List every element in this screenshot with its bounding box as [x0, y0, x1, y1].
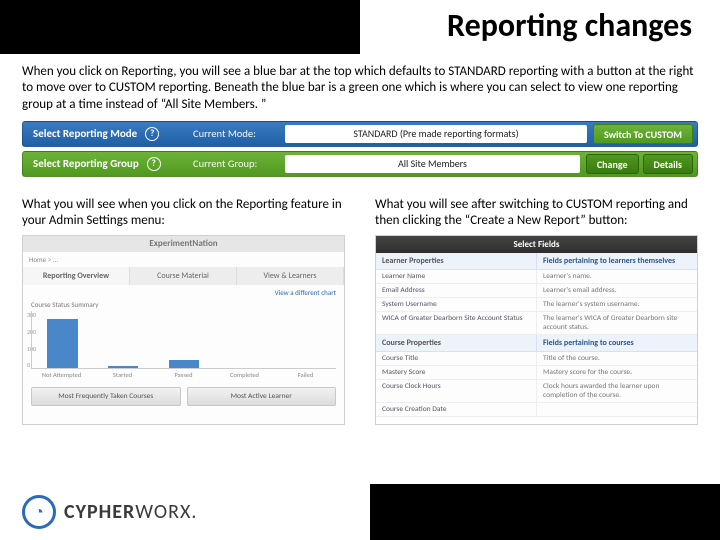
group-current-label: Current Group: — [193, 157, 285, 170]
view-different-chart-link[interactable]: View a different chart — [23, 285, 344, 300]
chart-title: Course Status Summary — [23, 300, 344, 311]
mode-label: Select Reporting Mode — [33, 127, 137, 140]
group-label: Select Reporting Group — [33, 157, 139, 170]
course-properties-desc: Fields pertaining to courses — [536, 335, 697, 352]
page-title: Reporting changes — [447, 6, 692, 45]
admin-reporting-screenshot: ExperimentNation Home > ... Reporting Ov… — [22, 235, 345, 425]
reporting-mode-bar: Select Reporting Mode ? Current Mode: ST… — [22, 121, 698, 147]
most-frequent-courses-button[interactable]: Most Frequently Taken Courses — [31, 387, 181, 406]
left-caption: What you will see when you click on the … — [22, 197, 345, 230]
field-row[interactable]: WICA of Greater Dearborn Site Account St… — [376, 312, 697, 335]
logo-icon: ◔ — [22, 495, 56, 529]
tab-view-learners[interactable]: View & Learners — [237, 267, 344, 285]
help-icon[interactable]: ? — [147, 157, 161, 171]
tab-reporting-overview[interactable]: Reporting Overview — [23, 267, 130, 285]
logo: ◔ CYPHERWORX. — [0, 484, 370, 540]
intro-paragraph: When you click on Reporting, you will se… — [0, 54, 720, 121]
breadcrumb: Home > ... — [23, 252, 344, 267]
reporting-bars: Select Reporting Mode ? Current Mode: ST… — [0, 121, 720, 177]
course-properties-heading: Course Properties — [376, 335, 536, 352]
field-row[interactable]: System UsernameThe learner's system user… — [376, 298, 697, 312]
logo-text-prefix: CYPHER — [64, 500, 135, 524]
tab-course-material[interactable]: Course Material — [130, 267, 237, 285]
details-button[interactable]: Details — [643, 154, 693, 174]
panel-header: ExperimentNation — [23, 236, 344, 252]
chart-bar — [47, 319, 77, 368]
field-row[interactable]: Course TitleTitle of the course. — [376, 352, 697, 366]
select-fields-screenshot: Select Fields Learner Properties Fields … — [375, 235, 698, 425]
field-row[interactable]: Course Creation Date — [376, 403, 697, 417]
chart-x-labels: Not AttemptedStartedPassedCompletedFaile… — [23, 369, 344, 379]
most-active-learner-button[interactable]: Most Active Learner — [187, 387, 337, 406]
right-caption: What you will see after switching to CUS… — [375, 197, 698, 230]
field-row[interactable]: Learner NameLearner's name. — [376, 270, 697, 284]
chart-bar — [108, 366, 138, 368]
change-button[interactable]: Change — [586, 154, 639, 174]
select-fields-header: Select Fields — [376, 236, 697, 253]
chart-bar — [169, 360, 199, 369]
logo-text-suffix: WORX — [135, 500, 191, 524]
learner-properties-heading: Learner Properties — [376, 253, 536, 270]
field-row[interactable]: Email AddressLearner's email address. — [376, 284, 697, 298]
group-value: All Site Members — [285, 155, 580, 173]
learner-properties-desc: Fields pertaining to learners themselves — [536, 253, 697, 270]
help-icon[interactable]: ? — [145, 127, 159, 141]
reporting-group-bar: Select Reporting Group ? Current Group: … — [22, 151, 698, 177]
mode-current-label: Current Mode: — [193, 127, 285, 140]
switch-to-custom-button[interactable]: Switch To CUSTOM — [593, 124, 693, 144]
mode-value: STANDARD (Pre made reporting formats) — [285, 125, 587, 143]
field-row[interactable]: Mastery ScoreMastery score for the cours… — [376, 366, 697, 380]
field-row[interactable]: Course Clock HoursClock hours awarded th… — [376, 380, 697, 403]
chart-area — [31, 311, 336, 369]
